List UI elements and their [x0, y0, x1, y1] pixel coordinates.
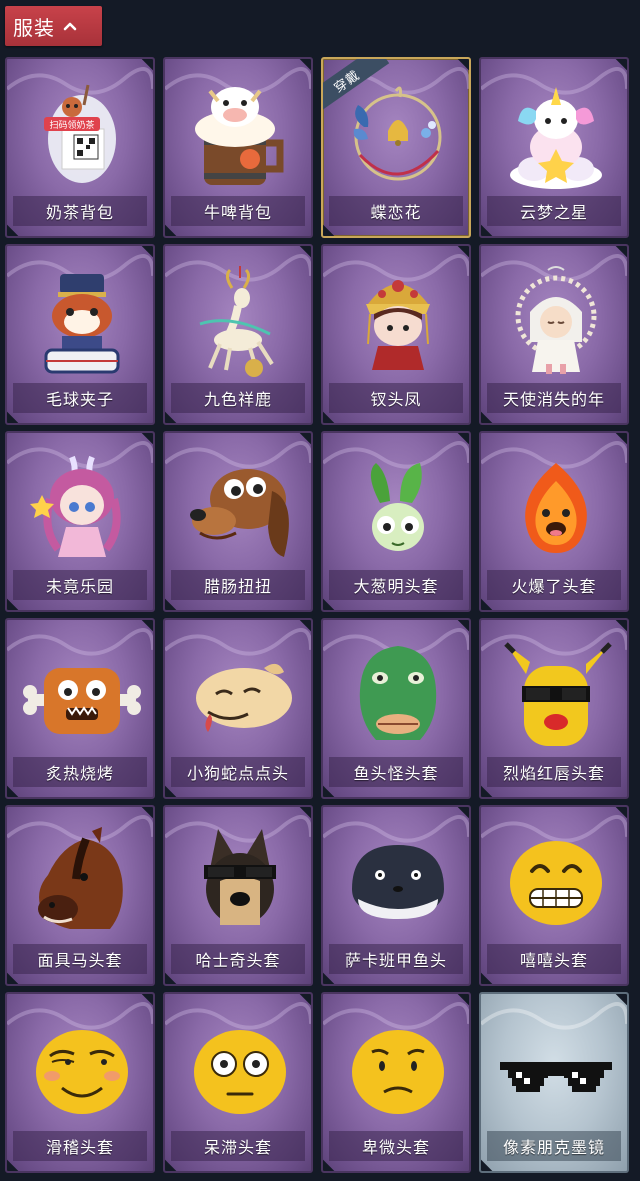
- costume-name: 九色祥鹿: [203, 390, 272, 409]
- costume-card[interactable]: 萨卡班甲鱼头: [321, 805, 471, 986]
- qr-sticker-text: 扫码领奶茶: [49, 119, 94, 131]
- costume-card[interactable]: 大葱明头套: [321, 431, 471, 612]
- costume-name: 腊肠扭扭: [203, 577, 272, 596]
- costume-name: 面具马头套: [37, 951, 123, 970]
- costume-card[interactable]: 火爆了头套: [479, 431, 629, 612]
- husky-sunglasses-mask-icon: [204, 829, 276, 925]
- raccoon-drummer-icon: [44, 274, 120, 374]
- costume-name: 嘻嘻头套: [519, 951, 588, 970]
- sacabambaspis-mask-icon: [352, 845, 444, 919]
- costume-card[interactable]: 嘻嘻头套: [479, 805, 629, 986]
- costume-card[interactable]: 鱼头怪头套: [321, 618, 471, 799]
- deer-charm-icon: [199, 266, 274, 377]
- costume-name: 蝶恋花: [370, 203, 422, 222]
- costume-card[interactable]: 天使消失的年: [479, 244, 629, 425]
- costume-card[interactable]: 牛啤背包: [163, 57, 313, 238]
- costume-card[interactable]: 扫码领奶茶 奶茶背包: [5, 57, 155, 238]
- costume-card[interactable]: 哈士奇头套: [163, 805, 313, 986]
- costume-name: 云梦之星: [519, 203, 588, 222]
- funny-emoji-mask-icon: [36, 1030, 128, 1114]
- pink-hair-doll-icon: [30, 455, 121, 557]
- grinning-emoji-mask-icon: [510, 841, 602, 925]
- costume-name: 炙热烧烤: [45, 764, 114, 783]
- dazed-emoji-mask-icon: [194, 1030, 286, 1114]
- costume-card[interactable]: 面具马头套: [5, 805, 155, 986]
- costume-card[interactable]: 未竟乐园: [5, 431, 155, 612]
- costume-card[interactable]: 滑稽头套: [5, 992, 155, 1173]
- category-tab-label: 服装: [13, 15, 55, 40]
- costume-card[interactable]: 卑微头套: [321, 992, 471, 1173]
- costume-card-equipped[interactable]: 穿戴 蝶恋花: [321, 57, 471, 238]
- costume-name: 毛球夹子: [45, 390, 114, 409]
- costume-card[interactable]: 云梦之星: [479, 57, 629, 238]
- costume-name: 卑微头套: [361, 1138, 430, 1157]
- angel-doll-icon: [515, 266, 597, 374]
- beer-barrel-backpack-icon: [195, 87, 284, 185]
- costume-card[interactable]: 毛球夹子: [5, 244, 155, 425]
- costume-name: 小狗蛇点点头: [186, 764, 289, 783]
- chevron-up-icon: [63, 22, 77, 31]
- costume-name: 天使消失的年: [502, 390, 605, 409]
- costume-card[interactable]: 烈焰红唇头套: [479, 618, 629, 799]
- pixel-sunglasses-icon: [500, 1062, 612, 1092]
- pikachu-sunglasses-mask-icon: [504, 642, 612, 746]
- costume-name: 哈士奇头套: [195, 951, 281, 970]
- phoenix-crown-doll-icon: [366, 280, 430, 370]
- unicorn-cloud-icon: [510, 87, 602, 189]
- costume-name: 牛啤背包: [203, 203, 272, 222]
- costume-name: 呆滞头套: [203, 1138, 272, 1157]
- costume-grid: 扫码领奶茶 奶茶背包 牛啤背包 穿戴 蝶恋花 云梦之星 毛球夹子 九色祥鹿 钗头…: [5, 57, 635, 1177]
- costume-name: 钗头凤: [370, 390, 422, 409]
- humble-emoji-mask-icon: [352, 1030, 444, 1114]
- milk-tea-backpack-icon: 扫码领奶茶: [44, 84, 116, 183]
- costume-card[interactable]: 九色祥鹿: [163, 244, 313, 425]
- costume-name: 未竟乐园: [45, 577, 114, 596]
- dachshund-head-icon: [190, 469, 289, 557]
- costume-name: 大葱明头套: [353, 577, 439, 596]
- costume-card[interactable]: 像素朋克墨镜: [479, 992, 629, 1173]
- costume-name: 像素朋克墨镜: [502, 1138, 605, 1157]
- costume-name: 滑稽头套: [45, 1138, 114, 1157]
- costume-card[interactable]: 钗头凤: [321, 244, 471, 425]
- fire-mask-icon: [525, 463, 587, 553]
- green-onion-mask-icon: [370, 463, 424, 551]
- costume-name: 火爆了头套: [511, 577, 597, 596]
- horse-head-mask-icon: [38, 827, 123, 929]
- costume-name: 烈焰红唇头套: [502, 764, 605, 783]
- fish-head-mask-icon: [359, 646, 437, 740]
- snake-dog-mask-icon: [196, 663, 292, 732]
- costume-card[interactable]: 呆滞头套: [163, 992, 313, 1173]
- costume-name: 萨卡班甲鱼头: [344, 951, 447, 970]
- butterfly-bell-ornament-icon: [353, 86, 442, 181]
- costume-name: 鱼头怪头套: [353, 764, 439, 783]
- meat-bone-mask-icon: [23, 668, 141, 734]
- costume-card[interactable]: 小狗蛇点点头: [163, 618, 313, 799]
- costume-card[interactable]: 腊肠扭扭: [163, 431, 313, 612]
- category-tab-costume[interactable]: 服装: [5, 6, 102, 46]
- costume-card[interactable]: 炙热烧烤: [5, 618, 155, 799]
- costume-name: 奶茶背包: [45, 203, 114, 222]
